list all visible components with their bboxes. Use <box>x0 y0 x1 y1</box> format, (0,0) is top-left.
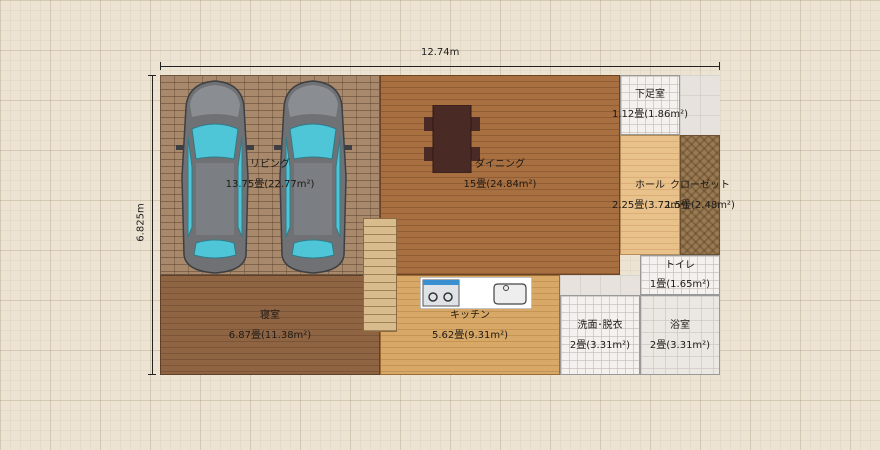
sink-icon <box>493 283 527 305</box>
washroom-area: 2畳(3.31m²) <box>569 340 631 351</box>
bathroom[interactable] <box>640 295 720 375</box>
car-icon <box>176 80 254 274</box>
living-room-name: リビング <box>250 159 290 170</box>
bedroom-area: 6.87畳(11.38m²) <box>228 330 312 341</box>
height-dimension-tick-bottom <box>148 374 156 375</box>
washroom[interactable] <box>560 295 640 375</box>
width-dimension-label: 12.74m <box>421 47 460 58</box>
floor-plan: リビング 13.75畳(22.77m²) ダイニング 15畳(24.84m²) … <box>160 75 735 375</box>
height-dimension-label: 6.825m <box>135 203 147 242</box>
kitchen-name: キッチン <box>450 310 490 321</box>
shoe-room-name: 下足室 <box>635 89 665 100</box>
closet[interactable] <box>680 135 720 255</box>
passage-floor <box>560 275 640 295</box>
dining-room-area: 15畳(24.84m²) <box>463 179 537 190</box>
width-dimension-line <box>160 66 720 67</box>
closet-name: クローゼット <box>670 180 730 191</box>
bedroom-name: 寝室 <box>260 310 280 321</box>
bedroom[interactable] <box>160 275 380 375</box>
shoe-room[interactable] <box>620 75 680 135</box>
toilet-area: 1畳(1.65m²) <box>649 279 711 290</box>
dining-room[interactable] <box>380 75 620 275</box>
height-dimension-line <box>152 75 153 375</box>
entrance-porch <box>680 75 720 135</box>
car-icon <box>274 80 352 274</box>
height-dimension-tick-top <box>148 75 156 76</box>
bathroom-name: 浴室 <box>670 320 690 331</box>
hall[interactable] <box>620 135 680 255</box>
living-room-area: 13.75畳(22.77m²) <box>225 179 315 190</box>
staircase <box>363 218 397 332</box>
width-dimension-tick-right <box>719 62 720 70</box>
closet-area: 1.5畳(2.48m²) <box>665 200 735 211</box>
toilet-name: トイレ <box>665 260 695 271</box>
kitchen-counter[interactable] <box>420 277 532 309</box>
shoe-room-area: 1.12畳(1.86m²) <box>611 109 689 120</box>
kitchen-area: 5.62畳(9.31m²) <box>431 330 509 341</box>
bathroom-area: 2畳(3.31m²) <box>649 340 711 351</box>
washroom-name: 洗面･脱衣 <box>577 320 623 331</box>
dining-room-name: ダイニング <box>475 159 525 170</box>
width-dimension-tick-left <box>160 62 161 70</box>
